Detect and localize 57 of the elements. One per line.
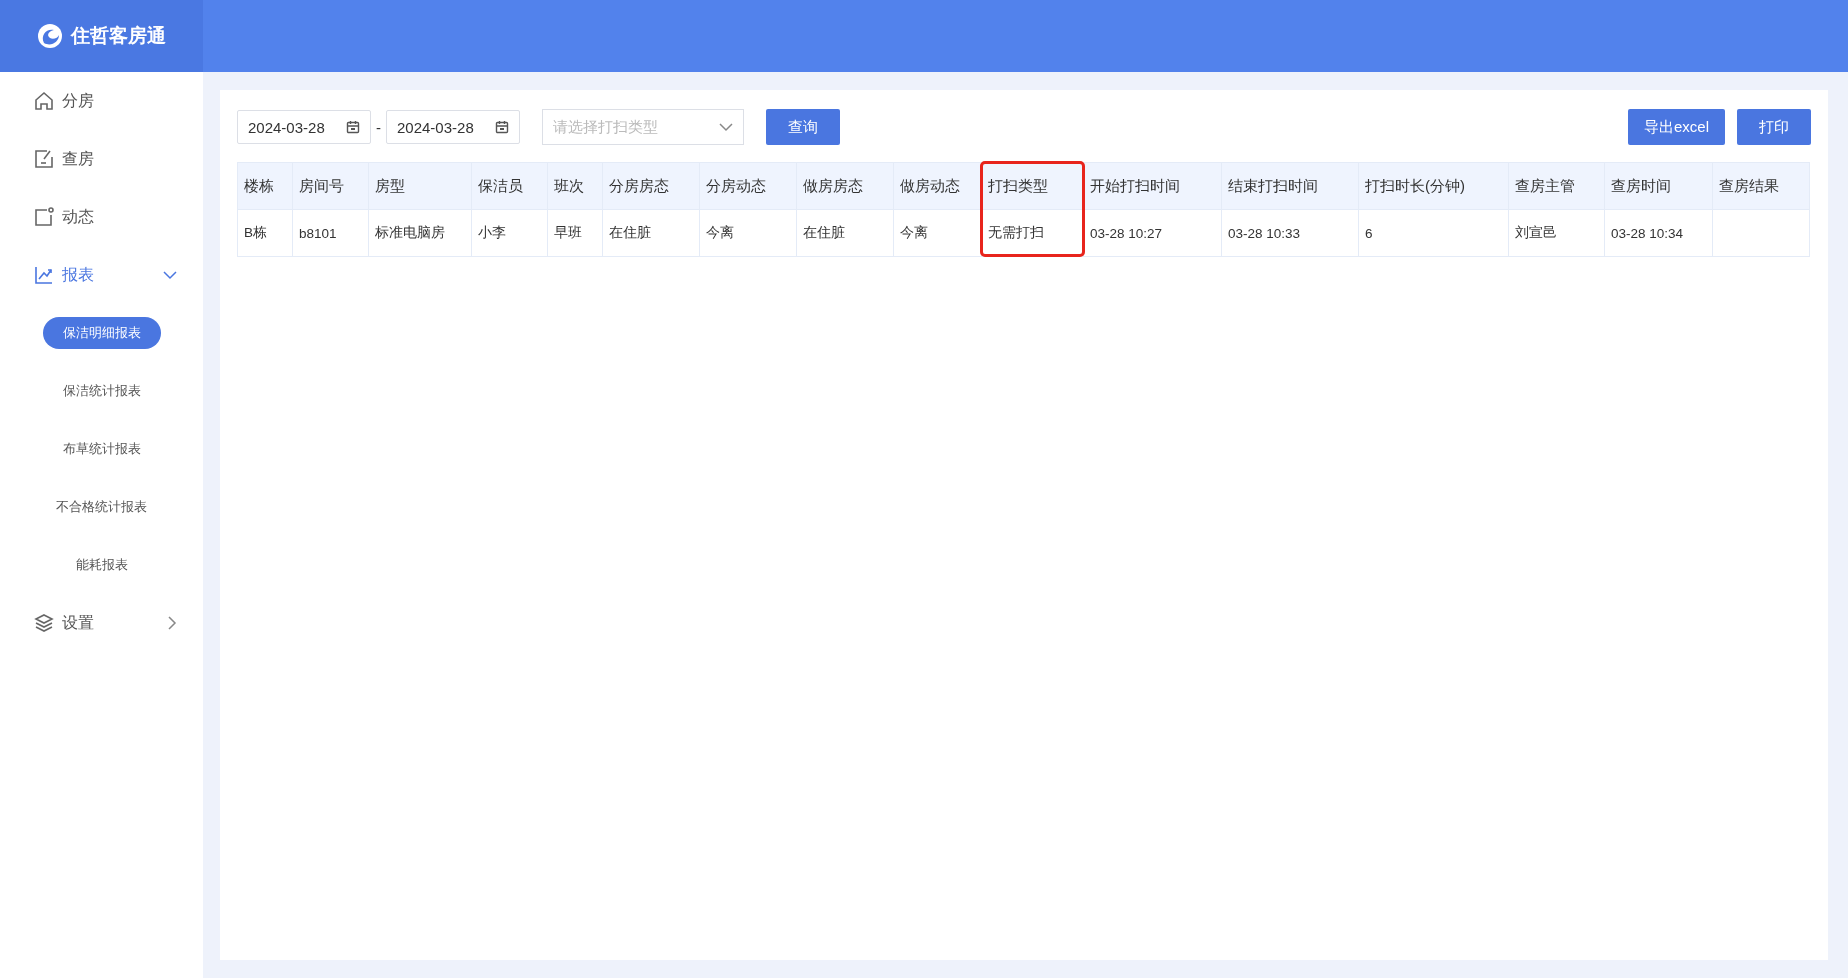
column-header: 分房动态 [699,162,797,210]
sidebar-item[interactable]: 分房 [0,72,203,130]
chevron-down-icon [163,270,177,280]
square-dot-icon [34,207,54,227]
table-cell: b8101 [292,209,369,257]
sidebar-subitem[interactable]: 能耗报表 [55,549,148,581]
table-cell: 标准电脑房 [368,209,472,257]
table-cell: 刘宣邑 [1508,209,1605,257]
column-header: 保洁员 [471,162,548,210]
start-date-field[interactable]: 2024-03-28 [237,110,371,144]
table-cell: 在住脏 [602,209,700,257]
column-header: 做房动态 [893,162,982,210]
sidebar-subitem[interactable]: 保洁明细报表 [42,317,161,349]
column-header: 开始打扫时间 [1083,162,1222,210]
table-cell: 小李 [471,209,548,257]
table-cell: B栋 [237,209,293,257]
column-header: 查房结果 [1712,162,1810,210]
end-date-field[interactable]: 2024-03-28 [386,110,520,144]
column-header: 结束打扫时间 [1221,162,1359,210]
column-header: 打扫时长(分钟) [1358,162,1509,210]
table-cell: 03-28 10:27 [1083,209,1222,257]
calendar-icon [495,120,509,134]
logo-icon [37,23,63,49]
sidebar-item[interactable]: 动态 [0,188,203,246]
column-header: 班次 [547,162,603,210]
column-header: 房型 [368,162,472,210]
table-cell: 03-28 10:33 [1221,209,1359,257]
column-header: 做房房态 [796,162,894,210]
column-header: 查房时间 [1604,162,1713,210]
sidebar-subitem[interactable]: 不合格统计报表 [36,491,167,523]
sidebar-item[interactable]: 设置 [0,594,203,652]
home-icon [34,91,54,111]
table-cell: 03-28 10:34 [1604,209,1713,257]
table-cell: 早班 [547,209,603,257]
query-button[interactable]: 查询 [766,109,840,145]
chart-line-icon [34,265,54,285]
column-header: 打扫类型 [981,162,1084,210]
layers-icon [34,613,54,633]
sidebar-item[interactable]: 查房 [0,130,203,188]
calendar-icon [346,120,360,134]
chevron-right-icon [168,616,177,630]
chevron-down-icon [719,122,733,132]
app-title: 住哲客房通 [71,24,166,48]
sidebar-subitem[interactable]: 布草统计报表 [42,433,161,465]
table-cell: 今离 [699,209,797,257]
column-header: 分房房态 [602,162,700,210]
sidebar-item[interactable]: 报表 [0,246,203,304]
date-separator: - [376,118,381,136]
print-button[interactable]: 打印 [1737,109,1811,145]
sidebar-subitem[interactable]: 保洁统计报表 [42,375,161,407]
export-button[interactable]: 导出excel [1627,109,1725,145]
column-header: 查房主管 [1508,162,1605,210]
column-header: 房间号 [292,162,369,210]
table-cell: 在住脏 [796,209,894,257]
table-cell: 6 [1358,209,1509,257]
edit-icon [34,149,54,169]
column-header: 楼栋 [237,162,293,210]
